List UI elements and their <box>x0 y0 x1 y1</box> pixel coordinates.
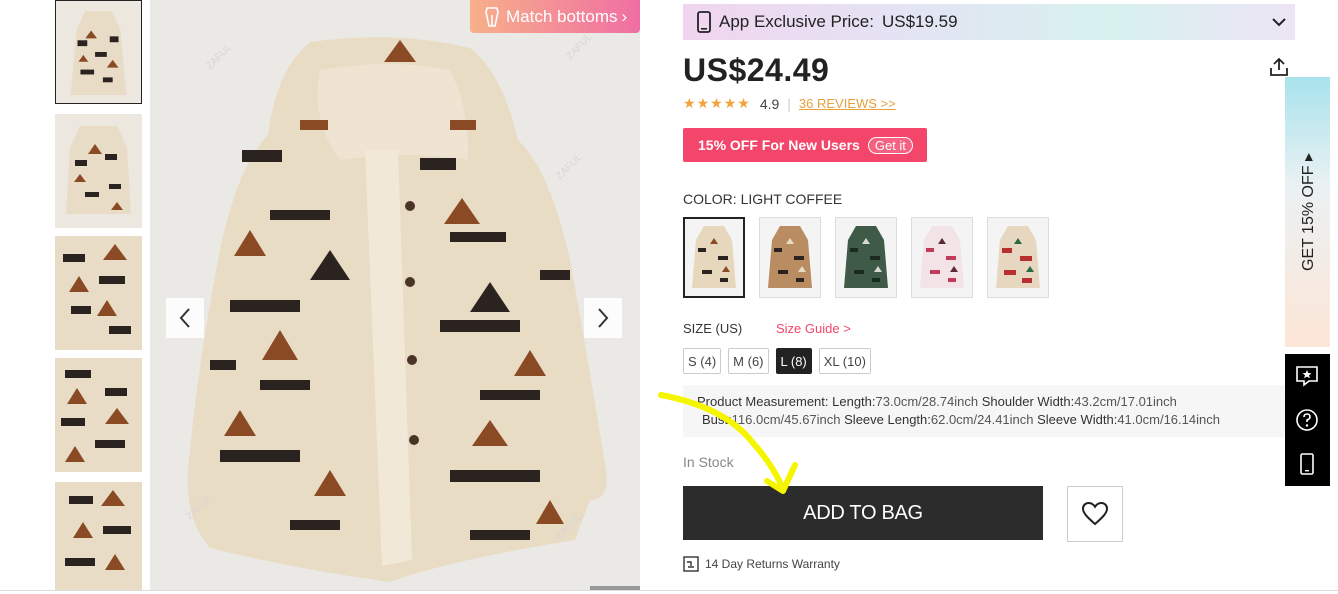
get-it-button[interactable]: Get it <box>867 136 913 154</box>
star-icon: ★ <box>683 95 696 111</box>
product-price: US$24.49 <box>683 52 830 88</box>
app-exclusive-price-banner[interactable]: App Exclusive Price: US$19.59 <box>683 4 1295 40</box>
share-icon[interactable] <box>1268 56 1290 78</box>
side-discount-text: GET 15% OFF ▸ <box>1299 153 1317 271</box>
page-divider <box>0 590 1338 591</box>
product-measurement: Product Measurement: Length:73.0cm/28.74… <box>683 385 1289 437</box>
returns-text: 14 Day Returns Warranty <box>705 557 840 571</box>
swatch-light-coffee[interactable] <box>683 217 745 298</box>
review-chat-icon[interactable] <box>1295 364 1319 388</box>
swatch-coffee[interactable] <box>759 217 821 298</box>
size-option-xl[interactable]: XL (10) <box>818 348 871 374</box>
wishlist-button[interactable] <box>1067 486 1123 542</box>
color-swatches <box>683 217 1049 298</box>
measurement-row-1: Product Measurement: Length:73.0cm/28.74… <box>697 393 1289 411</box>
new-user-coupon[interactable]: 15% OFF For New Users Get it <box>683 128 927 162</box>
size-option-l[interactable]: L (8) <box>775 348 812 374</box>
help-icon[interactable] <box>1295 408 1319 432</box>
measurement-row-2: Bust:116.0cm/45.67inch Sleeve Length:62.… <box>697 411 1289 429</box>
shoulder-width-label: Shoulder Width: <box>981 394 1075 409</box>
thumbnail-1[interactable] <box>55 0 142 104</box>
sleeve-length-label: Sleeve Length: <box>844 412 931 427</box>
returns-icon <box>683 556 699 572</box>
chevron-left-icon <box>179 308 190 328</box>
swatch-red[interactable] <box>987 217 1049 298</box>
sleeve-length-value: 62.0cm/24.41inch <box>930 412 1034 427</box>
size-option-m[interactable]: M (6) <box>728 348 769 374</box>
divider: | <box>787 95 791 112</box>
product-main-image: ZAFUL ZAFUL ZAFUL ZAFUL ZAFUL Match bott… <box>150 0 640 590</box>
jacket-illustration: ZAFUL ZAFUL ZAFUL ZAFUL ZAFUL <box>150 0 640 590</box>
bust-label: Bust: <box>702 412 732 427</box>
measurement-title: Product Measurement: <box>697 394 829 409</box>
size-guide-link[interactable]: Size Guide > <box>776 321 851 336</box>
app-price-value: US$19.59 <box>881 12 958 31</box>
sleeve-width-value: 41.0cm/16.14inch <box>1117 412 1220 427</box>
length-label: Length: <box>832 394 876 409</box>
match-bottoms-label: Match bottoms <box>506 6 618 26</box>
pants-icon <box>485 6 499 27</box>
prev-image-button[interactable] <box>166 298 204 338</box>
sleeve-width-label: Sleeve Width: <box>1037 412 1118 427</box>
size-option-s[interactable]: S (4) <box>683 348 722 374</box>
bust-value: 116.0cm/45.67inch <box>731 412 841 427</box>
size-options: S (4) M (6) L (8) XL (10) <box>683 348 871 374</box>
size-label: SIZE (US) <box>683 321 743 336</box>
star-icon: ★ <box>696 95 710 111</box>
star-icon: ★ <box>710 95 723 111</box>
phone-icon <box>697 11 711 33</box>
color-label: COLOR: LIGHT COFFEE <box>683 191 843 207</box>
rating-score: 4.9 <box>759 95 780 112</box>
swatch-dark-green[interactable] <box>835 217 897 298</box>
swatch-pink[interactable] <box>911 217 973 298</box>
mobile-app-icon[interactable] <box>1295 452 1319 476</box>
rating-row: ★ ★ ★ ★ ★ 4.9 | 36 REVIEWS >> <box>683 95 896 112</box>
chevron-down-icon <box>1272 18 1286 27</box>
side-toolbar <box>1285 354 1330 486</box>
shoulder-width-value: 43.2cm/17.01inch <box>1074 394 1177 409</box>
heart-icon <box>1081 501 1109 526</box>
chevron-right-icon <box>598 308 609 328</box>
next-image-button[interactable] <box>584 298 622 338</box>
side-discount-tab[interactable]: GET 15% OFF ▸ <box>1285 77 1330 347</box>
reviews-link[interactable]: 36 REVIEWS >> <box>799 96 896 111</box>
star-icon: ★ <box>723 95 737 111</box>
chevron-right-icon: › <box>621 6 628 26</box>
rating-stars: ★ ★ ★ ★ ★ <box>683 95 750 112</box>
returns-warranty: 14 Day Returns Warranty <box>683 556 840 572</box>
stock-status: In Stock <box>683 454 734 470</box>
thumbnail-3[interactable] <box>55 236 142 350</box>
add-to-bag-button[interactable]: ADD TO BAG <box>683 486 1043 540</box>
star-icon: ★ <box>737 95 750 111</box>
thumbnail-2[interactable] <box>55 114 142 228</box>
thumbnail-5[interactable] <box>55 482 142 590</box>
match-bottoms-button[interactable]: Match bottoms › <box>470 0 640 33</box>
thumbnail-4[interactable] <box>55 358 142 472</box>
app-price-label: App Exclusive Price: <box>719 12 874 31</box>
length-value: 73.0cm/28.74inch <box>875 394 979 409</box>
coupon-text: 15% OFF For New Users <box>698 137 860 153</box>
